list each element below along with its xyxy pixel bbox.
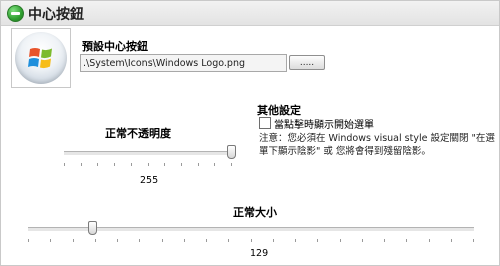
slider-tick [362,239,363,242]
slider-tick [81,163,82,166]
slider-tick [317,239,318,242]
slider-tick [148,163,149,166]
slider-tick [198,163,199,166]
slider-tick [73,239,74,242]
slider-tick [384,239,385,242]
slider-tick [139,239,140,242]
shadow-note: 注意：您必須在 Windows visual style 設定關閉 "在選單下顯… [259,133,495,157]
default-button-label: 預設中心按鈕 [82,40,148,53]
slider-tick [228,239,229,242]
slider-tick [231,163,232,166]
slider-tick [406,239,407,242]
slider-tick [214,163,215,166]
normal-size-value: 129 [250,248,269,259]
normal-opacity-label: 正常不透明度 [105,127,171,140]
slider-tick [162,239,163,242]
normal-opacity-value: 255 [140,175,159,186]
slider-tick [251,239,252,242]
slider-tick [473,239,474,242]
slider-tick [117,239,118,242]
slider-tick [164,163,165,166]
slider-tick [64,163,65,166]
show-start-menu-checkbox[interactable] [259,117,271,129]
center-button-panel: 中心按鈕 預設中心按鈕 ..... 其他設定 當點擊時顯示開始選單 注意：您必須… [0,0,500,266]
slider-tick [181,163,182,166]
slider-tick [114,163,115,166]
slider-track[interactable] [64,151,232,156]
slider-tick [184,239,185,242]
slider-tick [95,239,96,242]
normal-size-slider[interactable] [28,221,474,247]
browse-button[interactable]: ..... [289,55,325,70]
panel-title: 中心按鈕 [28,7,84,23]
windows-flag-icon [28,48,52,69]
icon-path-input[interactable] [80,54,287,72]
slider-tick [340,239,341,242]
start-orb-preview [11,28,71,88]
slider-tick [50,239,51,242]
slider-tick [97,163,98,166]
normal-opacity-slider[interactable] [64,145,236,171]
slider-tick [429,239,430,242]
normal-size-label: 正常大小 [233,206,277,219]
slider-tick [28,239,29,242]
slider-tick [295,239,296,242]
slider-tick [273,239,274,242]
slider-tick [206,239,207,242]
panel-header[interactable]: 中心按鈕 [1,1,499,26]
slider-tick [451,239,452,242]
slider-thumb[interactable] [87,221,97,235]
slider-tick [131,163,132,166]
slider-thumb[interactable] [227,145,236,159]
windows-start-orb-icon [15,32,67,84]
show-start-menu-checkbox-label[interactable]: 當點擊時顯示開始選單 [274,116,374,131]
minus-circle-icon[interactable] [7,5,24,22]
